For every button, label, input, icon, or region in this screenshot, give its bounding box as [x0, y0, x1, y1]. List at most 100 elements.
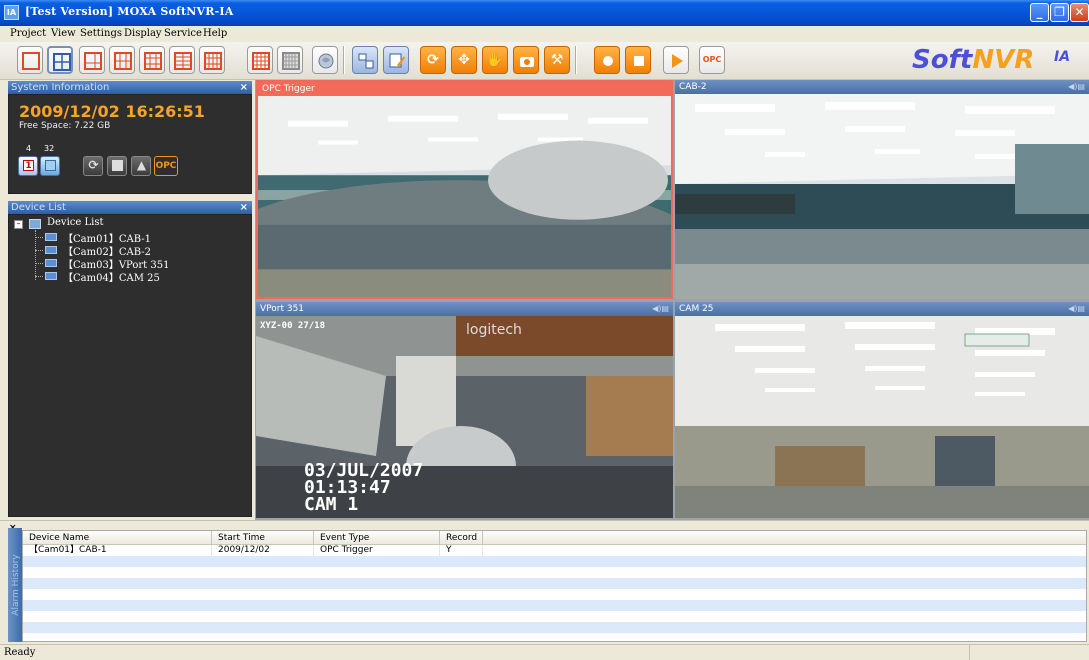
settings-tools-button[interactable]: ⚒: [544, 46, 570, 74]
layout-13-button[interactable]: [199, 46, 225, 74]
osd-camera: CAM 1: [304, 494, 358, 515]
audio-icon[interactable]: ◀)▤: [652, 302, 669, 316]
globe-button[interactable]: [312, 46, 338, 74]
camera-icon: [45, 233, 57, 241]
video-pane-4[interactable]: CAM 25 ◀)▤: [675, 302, 1089, 518]
menu-help[interactable]: Help: [203, 28, 227, 39]
col-event-type[interactable]: Event Type: [314, 531, 440, 545]
layout-1-icon: [22, 52, 40, 70]
tree-line: [35, 237, 43, 238]
layout-8-button[interactable]: [109, 46, 135, 74]
softnvr-logo: SoftNVR IA: [900, 45, 1086, 77]
logo-ia: IA: [1054, 49, 1071, 65]
opc-status-button[interactable]: OPC: [154, 156, 178, 176]
wrench-icon: ⚒: [550, 52, 564, 68]
col-device-name[interactable]: Device Name: [23, 531, 212, 545]
collapse-icon[interactable]: –: [14, 220, 23, 229]
osd-header: XYZ-00 27/18: [260, 321, 325, 331]
layout-4-icon: [53, 53, 71, 71]
layout-25-button[interactable]: [277, 46, 303, 74]
close-icon[interactable]: ×: [240, 201, 248, 214]
pan-hand-button[interactable]: ✋: [482, 46, 508, 74]
table-row-empty: [23, 633, 1086, 641]
alarm-table-header: Device Name Start Time Event Type Record: [23, 531, 1086, 545]
col-record[interactable]: Record: [440, 531, 483, 545]
close-button[interactable]: ✕: [1070, 3, 1089, 22]
logitech-sign: logitech: [466, 322, 522, 338]
sync-button[interactable]: ⟳: [83, 156, 103, 176]
table-row-empty: [23, 578, 1086, 589]
video-title: OPC Trigger: [258, 82, 671, 96]
menu-bar: Project View Settings Display Service He…: [0, 26, 1089, 42]
schedule-button[interactable]: [107, 156, 127, 176]
minimize-button[interactable]: _: [1030, 3, 1049, 22]
cell-event-type: OPC Trigger: [314, 545, 440, 556]
video-pane-2[interactable]: CAB-2 ◀)▤: [675, 80, 1089, 299]
cell-device-name: 【Cam01】CAB-1: [23, 545, 212, 556]
title-bar[interactable]: IA [Test Version] MOXA SoftNVR-IA _ ❐ ✕: [0, 0, 1089, 26]
video-pane-3[interactable]: VPort 351 ◀)▤ logitech XYZ-00 27/18 03/J…: [256, 302, 673, 518]
system-info-title: System Information: [11, 82, 110, 93]
layout-9-button[interactable]: [139, 46, 165, 74]
opc-icon: OPC: [702, 55, 722, 64]
close-icon[interactable]: ×: [240, 81, 248, 94]
video-label: CAB-2: [679, 82, 707, 92]
alarm-history-tab[interactable]: Alarm History: [8, 528, 22, 642]
alert-button[interactable]: ▲: [131, 156, 151, 176]
stop-icon: [634, 56, 644, 66]
col-start-time[interactable]: Start Time: [212, 531, 314, 545]
device-item-cam04[interactable]: 【Cam04】CAM 25: [63, 269, 160, 284]
license-count: 32: [44, 144, 55, 153]
audio-icon[interactable]: ◀)▤: [1068, 80, 1085, 94]
ptz-move-button[interactable]: ✥: [451, 46, 477, 74]
refresh-button[interactable]: ⟳: [420, 46, 446, 74]
layout-4-button[interactable]: [47, 46, 73, 74]
sync-icon: ⟳: [88, 158, 99, 172]
play-icon: [672, 54, 683, 68]
video-feed-3: logitech XYZ-00 27/18 03/JUL/2007 01:13:…: [256, 316, 673, 518]
status-panel: [969, 645, 1089, 660]
office-view-image: [258, 96, 671, 297]
layout-16-button[interactable]: [247, 46, 273, 74]
monitor-button[interactable]: [40, 156, 60, 176]
layout-10-icon: [174, 52, 192, 70]
video-label: CAM 25: [679, 304, 714, 314]
camera-icon: [45, 272, 57, 280]
layout-25-icon: [282, 52, 300, 70]
menu-display[interactable]: Display: [124, 28, 162, 39]
menu-project[interactable]: Project: [10, 28, 46, 39]
layout-6-button[interactable]: [79, 46, 105, 74]
record-button[interactable]: [594, 46, 620, 74]
layout-9-icon: [144, 52, 162, 70]
hand-icon: ✋: [486, 52, 504, 68]
table-row-empty: [23, 611, 1086, 622]
video-pane-1[interactable]: OPC Trigger: [256, 80, 673, 299]
tree-root-device-list[interactable]: Device List: [47, 217, 103, 228]
video-title: CAB-2 ◀)▤: [675, 80, 1089, 94]
layout-10-button[interactable]: [169, 46, 195, 74]
refresh-icon: ⟳: [427, 52, 439, 68]
layout-1-button[interactable]: [17, 46, 43, 74]
menu-service[interactable]: Service: [164, 28, 202, 39]
menu-view[interactable]: View: [51, 28, 76, 39]
tree-line: [35, 263, 43, 264]
current-datetime: 2009/12/02 16:26:51: [19, 102, 205, 121]
table-row[interactable]: 【Cam01】CAB-1 2009/12/02 16:26:10 OPC Tri…: [23, 545, 1086, 566]
audio-icon[interactable]: ◀)▤: [1068, 302, 1085, 316]
play-button[interactable]: [663, 46, 689, 74]
channel-status-button[interactable]: 1: [18, 156, 38, 176]
stop-button[interactable]: [625, 46, 651, 74]
server-room-image: logitech XYZ-00 27/18 03/JUL/2007 01:13:…: [256, 316, 673, 518]
device-manager-icon: [358, 53, 374, 69]
schedule-icon: [112, 160, 123, 171]
maximize-button[interactable]: ❐: [1050, 3, 1069, 22]
edit-config-icon: [389, 53, 405, 68]
snapshot-button[interactable]: [513, 46, 539, 74]
device-manager-button[interactable]: [352, 46, 378, 74]
move-icon: ✥: [458, 52, 470, 68]
camera-icon: [520, 57, 534, 67]
opc-button[interactable]: OPC: [699, 46, 725, 74]
menu-settings[interactable]: Settings: [80, 28, 122, 39]
edit-config-button[interactable]: [383, 46, 409, 74]
status-bar: Ready: [0, 644, 1089, 660]
